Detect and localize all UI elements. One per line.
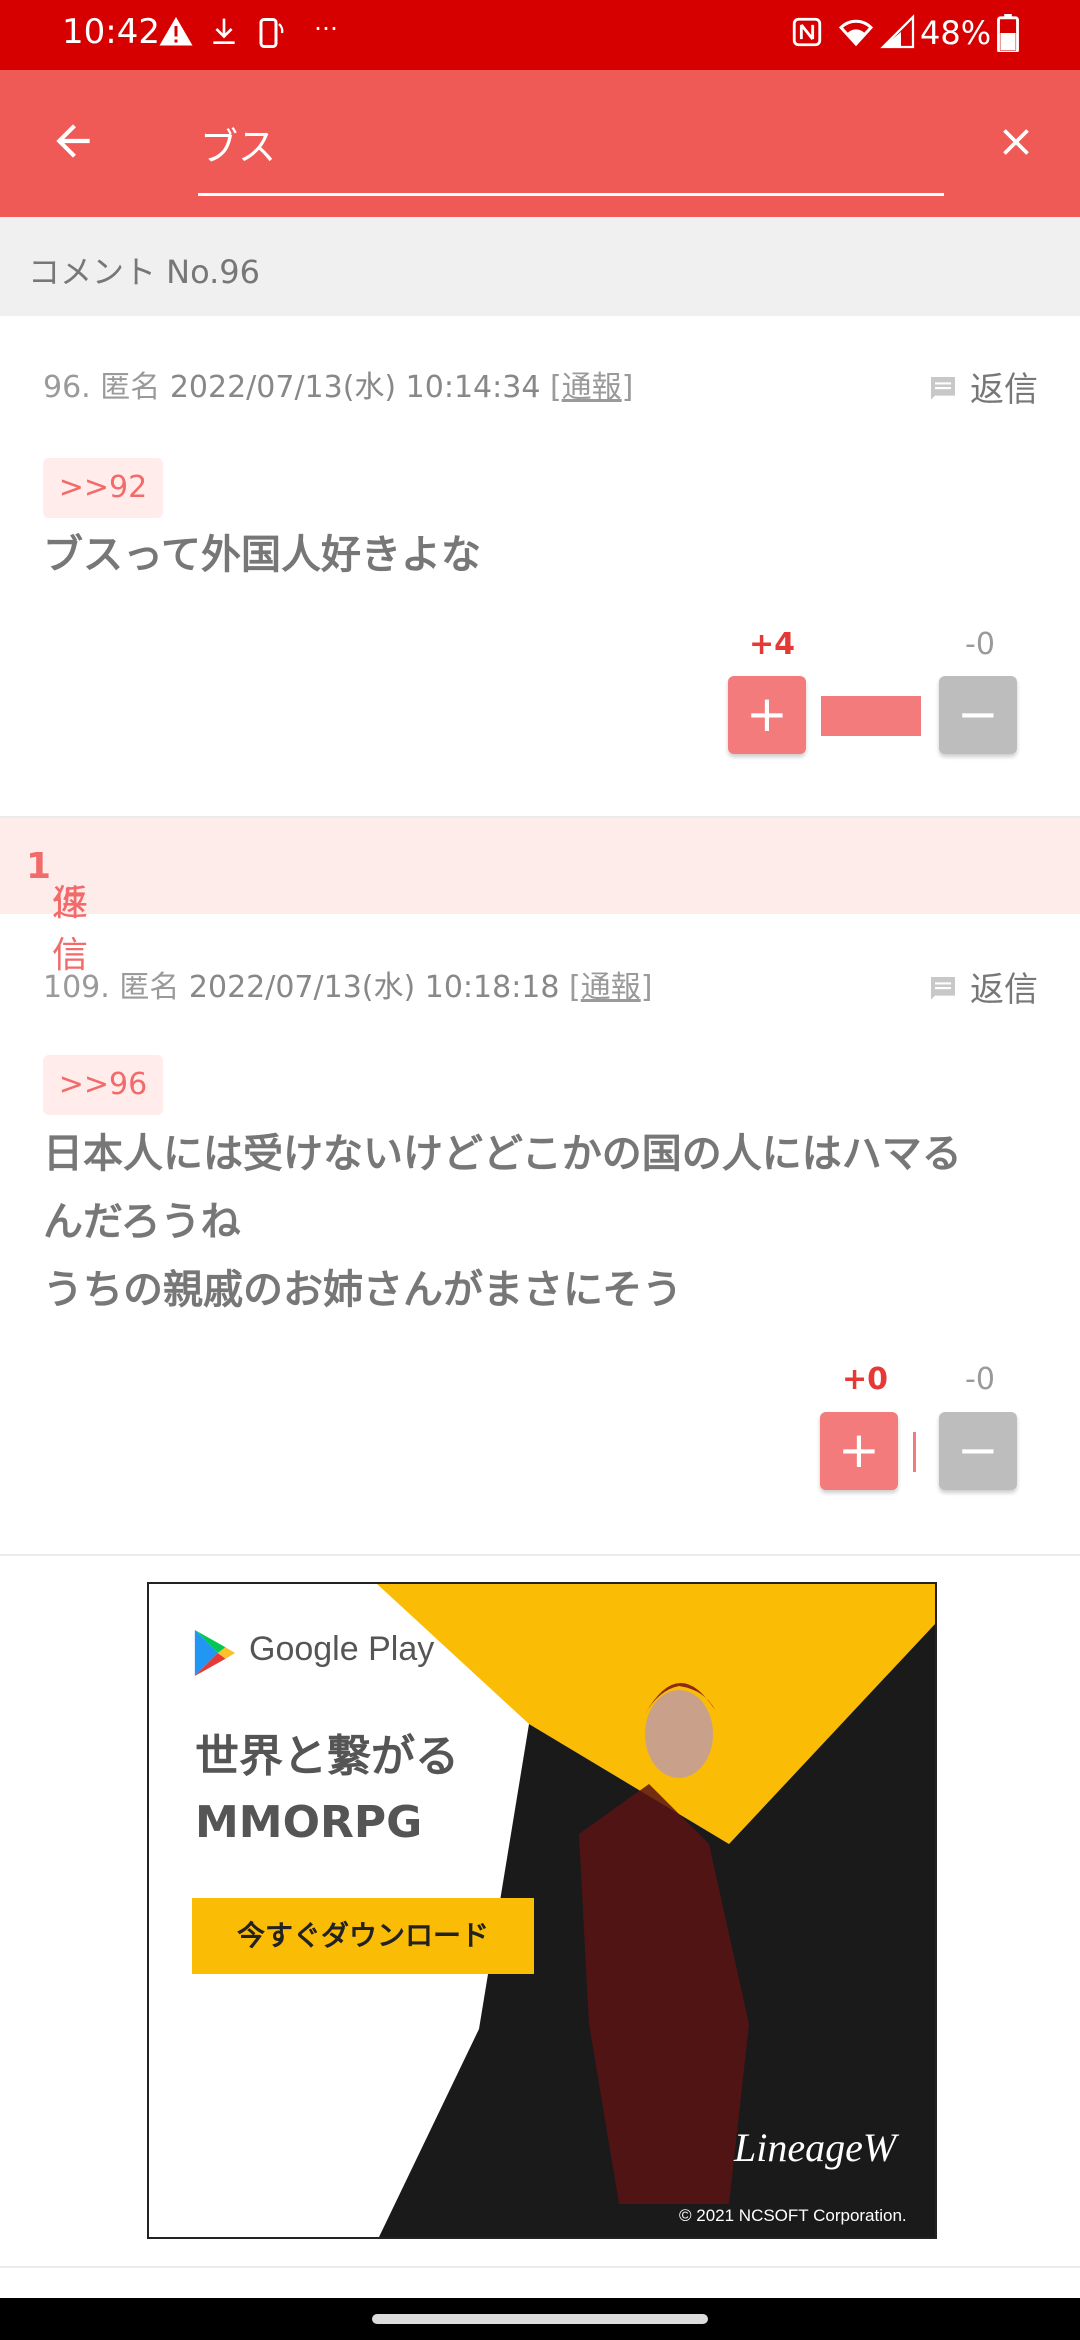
- vote-ratio-bar: [913, 1432, 916, 1472]
- home-gesture-handle[interactable]: [372, 2314, 708, 2324]
- ad-headline: 世界と繋がる MMORPG: [195, 1724, 459, 1856]
- status-time: 10:42: [62, 12, 160, 52]
- divider: [0, 2266, 1080, 2268]
- google-play-icon: [191, 1628, 237, 1682]
- ad-headline-line: MMORPG: [195, 1797, 423, 1848]
- report-link[interactable]: 通報: [562, 370, 622, 405]
- more-notifications-icon: …: [314, 8, 338, 36]
- minus-count: -0: [965, 1362, 995, 1397]
- comment-meta: 109. 匿名 2022/07/13(水) 10:18:18 [通報]: [43, 970, 653, 1005]
- close-icon[interactable]: [994, 120, 1038, 168]
- comment-datetime: 2022/07/13(水) 10:18:18: [188, 970, 560, 1005]
- plus-count: +0: [842, 1362, 889, 1397]
- replies-count-label: 返信 1 件: [26, 846, 88, 976]
- signal-icon: [880, 14, 916, 54]
- comment-author: 匿名: [119, 970, 180, 1005]
- report-link[interactable]: 通報: [581, 970, 641, 1005]
- replies-count-band: 返信 1 件: [0, 818, 1080, 976]
- back-arrow-icon[interactable]: [48, 116, 98, 170]
- divider: [0, 1554, 1080, 1556]
- comment-meta: 96. 匿名 2022/07/13(水) 10:14:34 [通報]: [43, 370, 634, 405]
- anchor-link[interactable]: >>92: [43, 458, 163, 518]
- page-title: コメント No.96: [28, 253, 261, 291]
- system-nav-bar: [0, 2298, 1080, 2340]
- replies-count: 1: [26, 846, 52, 887]
- download-icon: [208, 14, 240, 54]
- comment-line: んだろうね: [43, 1199, 241, 1245]
- reply-button[interactable]: 返信: [926, 362, 1038, 411]
- comment-body: 日本人には受けないけどどこかの国の人にはハマる んだろうね うちの親戚のお姉さん…: [43, 1120, 962, 1324]
- comment-line: うちの親戚のお姉さんがまさにそう: [43, 1267, 683, 1313]
- reply-label: 返信: [970, 970, 1038, 1010]
- search-input[interactable]: ブス: [200, 116, 276, 171]
- minus-count: -0: [965, 627, 995, 662]
- ad-banner[interactable]: Google Play 世界と繋がる MMORPG 今すぐダウンロード Line…: [147, 1582, 937, 2239]
- plus-count: +4: [749, 627, 796, 662]
- comment-number: 109.: [43, 970, 110, 1005]
- comment-icon: [931, 977, 955, 1000]
- comment-header: コメント No.96: [0, 217, 1080, 316]
- minus-vote-button[interactable]: −: [939, 676, 1017, 754]
- warning-icon: [158, 14, 194, 54]
- status-bar: 10:42 … 48%: [0, 0, 1080, 70]
- ad-copyright: © 2021 NCSOFT Corporation.: [679, 2206, 907, 2225]
- search-input-underline: [198, 193, 944, 196]
- comment-datetime: 2022/07/13(水) 10:14:34: [169, 370, 541, 405]
- comment-icon: [931, 377, 955, 400]
- plus-vote-button[interactable]: +: [820, 1412, 898, 1490]
- phone-rotate-icon: [252, 14, 288, 56]
- download-button[interactable]: 今すぐダウンロード: [192, 1898, 534, 1974]
- ad-headline-line: 世界と繋がる: [195, 1731, 459, 1782]
- comment-body: ブスって外国人好きよな: [43, 521, 481, 589]
- google-play-label: Google Play: [249, 1630, 435, 1668]
- battery-percent: 48%: [920, 14, 992, 52]
- battery-icon: [996, 14, 1020, 56]
- reply-label: 返信: [970, 370, 1038, 410]
- comment-author: 匿名: [100, 370, 161, 405]
- anchor-link[interactable]: >>96: [43, 1055, 163, 1115]
- comment-number: 96.: [43, 370, 91, 405]
- comment-line: ブスって外国人好きよな: [43, 532, 481, 578]
- minus-vote-button[interactable]: −: [939, 1412, 1017, 1490]
- replies-suffix: 件: [52, 883, 89, 924]
- plus-vote-button[interactable]: +: [728, 676, 806, 754]
- comment-line: 日本人には受けないけどどこかの国の人にはハマる: [43, 1131, 962, 1177]
- vote-ratio-bar: [821, 696, 921, 736]
- wifi-icon: [836, 14, 876, 54]
- search-app-bar: ブス: [0, 70, 1080, 217]
- lineage-w-logo: LineageW: [734, 2125, 897, 2170]
- reply-button[interactable]: 返信: [926, 962, 1038, 1011]
- nfc-icon: [790, 14, 824, 54]
